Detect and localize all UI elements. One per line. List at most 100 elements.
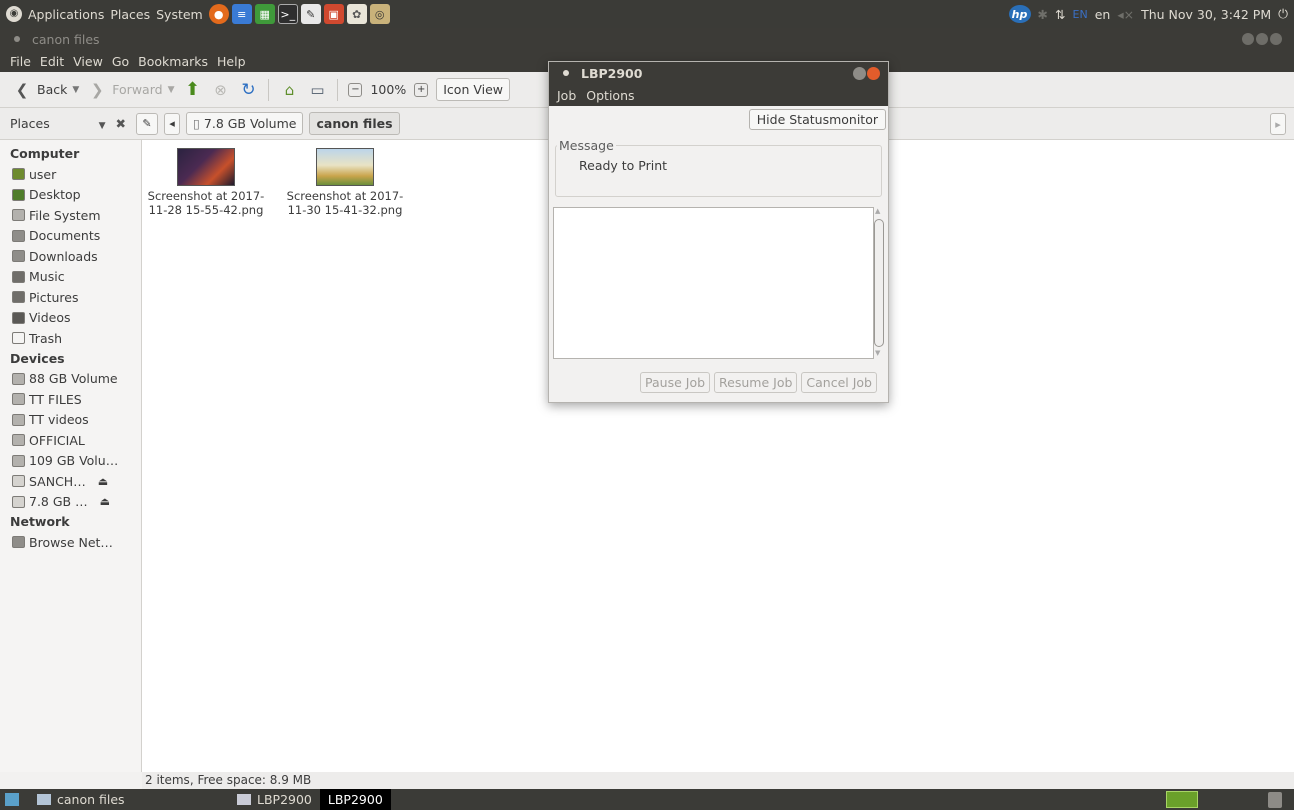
dialog-menu-job[interactable]: Job: [557, 88, 576, 103]
text-editor-launcher-icon[interactable]: ✎: [300, 4, 321, 24]
dialog-menu-options[interactable]: Options: [586, 88, 634, 103]
zoom-level[interactable]: 100%: [370, 82, 406, 97]
menu-file[interactable]: File: [10, 54, 31, 69]
language-indicator[interactable]: en: [1095, 7, 1111, 22]
reload-icon[interactable]: ↻: [238, 80, 258, 100]
sidebar-pane-selector[interactable]: Places ▼ ✖: [10, 116, 130, 131]
task-lbp2900[interactable]: LBP2900: [229, 789, 320, 810]
stop-icon[interactable]: ⊗: [210, 80, 230, 100]
up-arrow-icon[interactable]: ⬆: [182, 79, 202, 100]
impress-launcher-icon[interactable]: ▣: [323, 4, 344, 24]
system-menu[interactable]: System: [156, 7, 203, 22]
dialog-minimize-button[interactable]: [853, 66, 866, 80]
pane-dropdown-icon[interactable]: ▼: [99, 121, 106, 131]
show-desktop-icon[interactable]: [5, 793, 19, 806]
sidebar-item[interactable]: 88 GB Volume: [8, 369, 141, 390]
sidebar-item-label: 88 GB Volume: [29, 371, 118, 387]
firefox-launcher-icon[interactable]: ●: [208, 4, 229, 24]
sidebar-item[interactable]: user: [8, 164, 141, 185]
sidebar-item[interactable]: Music: [8, 267, 141, 288]
menu-go[interactable]: Go: [112, 54, 129, 69]
applications-menu[interactable]: Applications: [28, 7, 104, 22]
edit-location-button[interactable]: ✎: [136, 112, 158, 135]
dialog-close-button[interactable]: [867, 66, 880, 80]
forward-button[interactable]: ❯ Forward ▼: [87, 80, 175, 100]
workspace-switcher[interactable]: [1166, 791, 1198, 808]
sidebar-item[interactable]: 109 GB Volu…: [8, 451, 141, 472]
scroll-up-icon[interactable]: ▲: [875, 207, 880, 215]
log-scrollbar[interactable]: ▲ ▼: [874, 207, 884, 359]
sidebar-item[interactable]: 7.8 GB … ⏏: [8, 492, 141, 513]
writer-launcher-icon[interactable]: ≡: [231, 4, 252, 24]
window-titlebar[interactable]: canon files: [0, 28, 1294, 50]
power-icon[interactable]: ⏻: [1278, 6, 1288, 22]
resume-job-button[interactable]: Resume Job: [714, 372, 798, 393]
sidebar-item[interactable]: Pictures: [8, 287, 141, 308]
trash-applet-icon[interactable]: [1268, 791, 1282, 808]
sidebar-item[interactable]: Downloads: [8, 246, 141, 267]
scroll-thumb[interactable]: [874, 219, 884, 347]
pictures-icon: [12, 291, 25, 304]
menu-edit[interactable]: Edit: [40, 54, 64, 69]
path-right-button[interactable]: ▸: [1270, 113, 1286, 135]
eject-icon[interactable]: ⏏: [100, 495, 110, 508]
cancel-job-button[interactable]: Cancel Job: [801, 372, 877, 393]
sidebar-item[interactable]: Trash: [8, 328, 141, 349]
dialog-menu-icon[interactable]: [563, 70, 569, 76]
close-button[interactable]: [1270, 33, 1282, 45]
back-button[interactable]: ❮ Back ▼: [12, 80, 80, 100]
paint-launcher-icon[interactable]: ✿: [346, 4, 367, 24]
sidebar-item[interactable]: Browse Net…: [8, 532, 141, 553]
menu-bookmarks[interactable]: Bookmarks: [138, 54, 208, 69]
menu-view[interactable]: View: [73, 54, 103, 69]
status-monitor-dialog: LBP2900 Job Options Hide Statusmonitor M…: [548, 61, 889, 403]
view-mode-select[interactable]: Icon View: [436, 78, 510, 101]
network-transfer-icon[interactable]: ⇅: [1055, 7, 1065, 22]
sidebar-item[interactable]: Documents: [8, 226, 141, 247]
zoom-out-icon[interactable]: −: [348, 82, 363, 97]
close-sidebar-icon[interactable]: ✖: [116, 116, 126, 131]
clock[interactable]: Thu Nov 30, 3:42 PM: [1141, 7, 1271, 22]
keyboard-layout-indicator[interactable]: EN: [1073, 8, 1088, 21]
sidebar-item[interactable]: Desktop: [8, 185, 141, 206]
sidebar-item[interactable]: TT FILES: [8, 389, 141, 410]
home-icon[interactable]: ⌂: [279, 80, 299, 100]
volume-muted-icon[interactable]: ◂×: [1117, 7, 1134, 22]
toolbar-separator: [337, 78, 339, 101]
sidebar-item[interactable]: TT videos: [8, 410, 141, 431]
task-lbp2900-active[interactable]: LBP2900: [319, 789, 391, 810]
minimize-button[interactable]: [1242, 33, 1254, 45]
sidebar-item[interactable]: File System: [8, 205, 141, 226]
pause-job-button[interactable]: Pause Job: [640, 372, 711, 393]
crumb-volume[interactable]: ▯ 7.8 GB Volume: [186, 112, 304, 135]
sidebar-item[interactable]: Videos: [8, 308, 141, 329]
places-menu[interactable]: Places: [110, 7, 150, 22]
drive-icon: [12, 454, 25, 467]
hp-tray-icon[interactable]: hp: [1008, 5, 1031, 23]
crumb-current-folder[interactable]: canon files: [309, 112, 400, 135]
file-item[interactable]: Screenshot at 2017- 11-30 15-41-32.png: [275, 140, 415, 217]
window-menu-icon[interactable]: [14, 36, 20, 42]
computer-icon[interactable]: ▭: [307, 80, 327, 100]
task-canon-files[interactable]: canon files: [29, 789, 229, 810]
path-left-button[interactable]: ◂: [164, 112, 180, 135]
bluetooth-icon[interactable]: ✱: [1038, 7, 1048, 22]
eject-icon[interactable]: ⏏: [98, 475, 108, 488]
maximize-button[interactable]: [1256, 33, 1268, 45]
back-dropdown-icon[interactable]: ▼: [72, 85, 79, 95]
zoom-in-icon[interactable]: +: [414, 82, 429, 97]
ubuntu-logo-icon[interactable]: ◉: [6, 6, 22, 22]
forward-dropdown-icon[interactable]: ▼: [168, 85, 175, 95]
calc-launcher-icon[interactable]: ▦: [254, 4, 275, 24]
file-item[interactable]: Screenshot at 2017- 11-28 15-55-42.png: [136, 140, 276, 217]
sidebar-item[interactable]: OFFICIAL: [8, 430, 141, 451]
sidebar-item[interactable]: SANCH… ⏏: [8, 471, 141, 492]
file-thumbnail: [316, 148, 374, 186]
dialog-titlebar[interactable]: LBP2900: [549, 62, 888, 84]
menu-help[interactable]: Help: [217, 54, 246, 69]
scroll-down-icon[interactable]: ▼: [875, 349, 880, 357]
terminal-launcher-icon[interactable]: >_: [277, 4, 298, 24]
disc-burner-launcher-icon[interactable]: ◎: [369, 4, 390, 24]
hide-statusmonitor-button[interactable]: Hide Statusmonitor: [748, 109, 886, 130]
job-log-textarea[interactable]: [553, 207, 874, 359]
